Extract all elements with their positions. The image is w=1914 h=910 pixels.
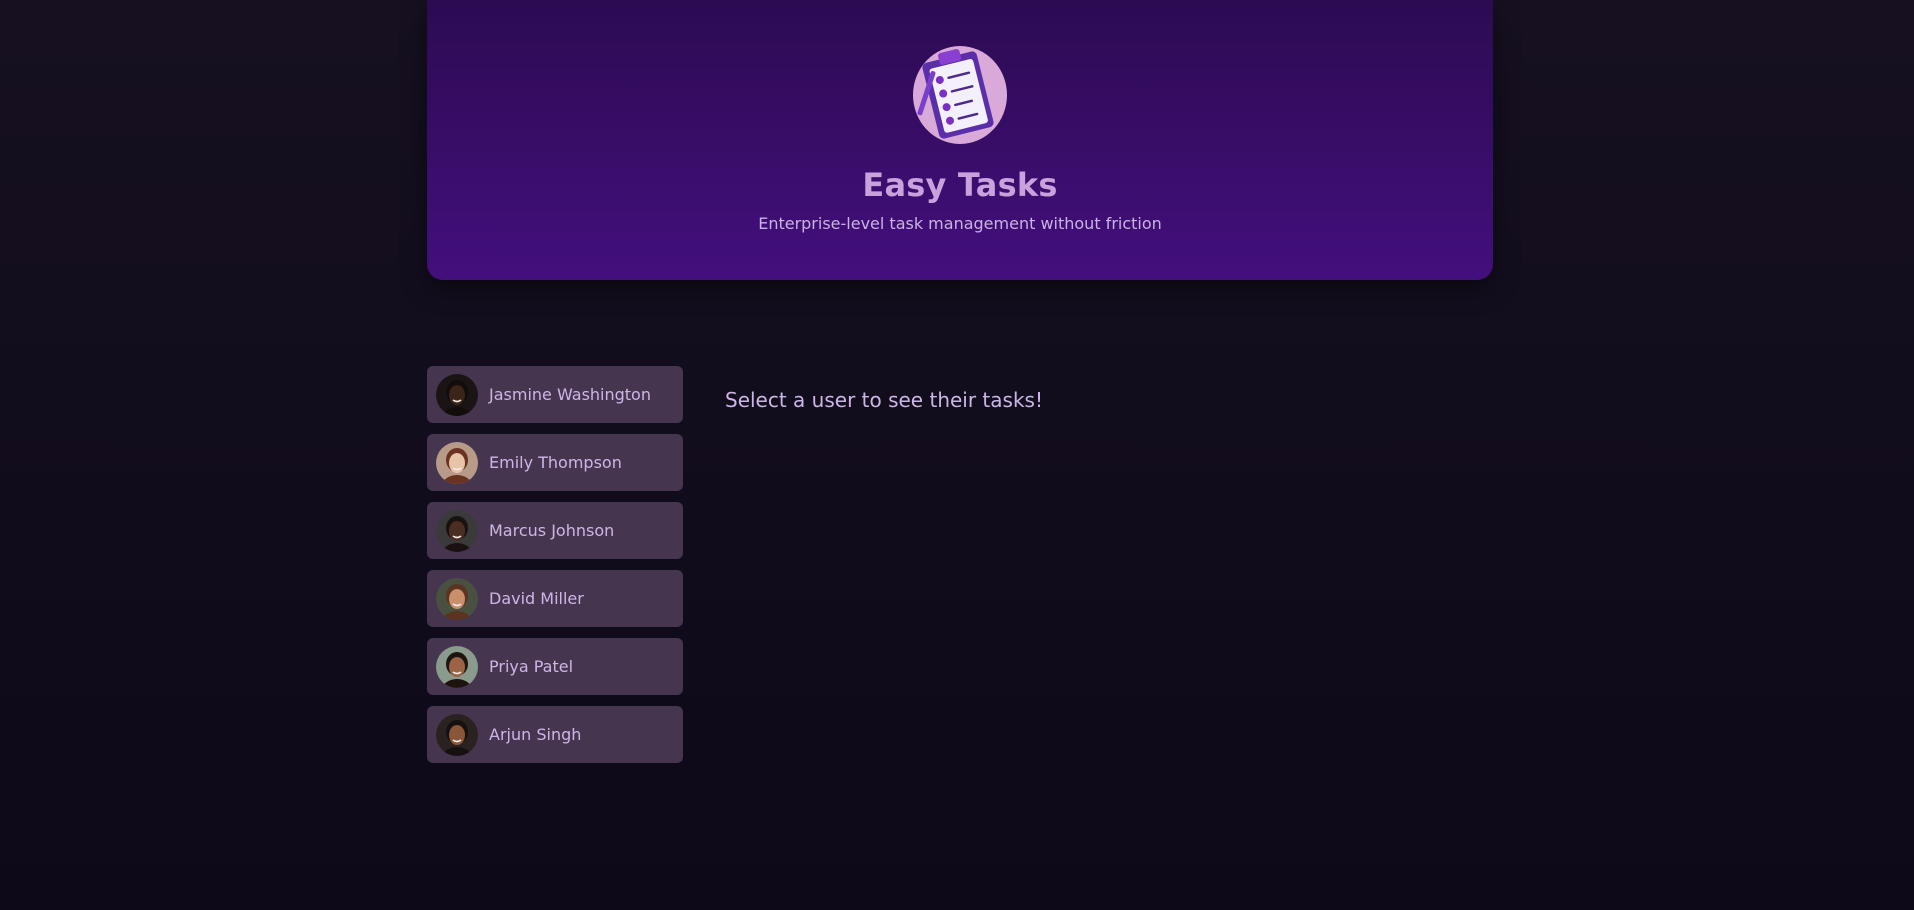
app-header: Easy Tasks Enterprise-level task managem… (427, 0, 1493, 280)
user-name: Priya Patel (489, 657, 574, 676)
user-list: Jasmine Washington Emily Thompson Marcus J… (427, 366, 683, 774)
clipboard-checklist-icon (910, 40, 1010, 145)
user-avatar (436, 645, 478, 688)
user-name: Jasmine Washington (489, 385, 651, 404)
user-item[interactable]: Marcus Johnson (427, 502, 683, 559)
user-item[interactable]: Jasmine Washington (427, 366, 683, 423)
user-avatar (436, 577, 478, 620)
app-title: Easy Tasks (862, 166, 1058, 204)
user-avatar (436, 373, 478, 416)
user-name: Marcus Johnson (489, 521, 615, 540)
user-item[interactable]: David Miller (427, 570, 683, 627)
user-avatar (436, 509, 478, 552)
app-subtitle: Enterprise-level task management without… (758, 214, 1162, 233)
user-name: David Miller (489, 589, 584, 608)
user-avatar (436, 713, 478, 756)
user-item[interactable]: Arjun Singh (427, 706, 683, 763)
empty-state-message: Select a user to see their tasks! (725, 388, 1043, 412)
user-avatar (436, 441, 478, 484)
user-name: Arjun Singh (489, 725, 582, 744)
user-item[interactable]: Emily Thompson (427, 434, 683, 491)
user-item[interactable]: Priya Patel (427, 638, 683, 695)
user-name: Emily Thompson (489, 453, 622, 472)
